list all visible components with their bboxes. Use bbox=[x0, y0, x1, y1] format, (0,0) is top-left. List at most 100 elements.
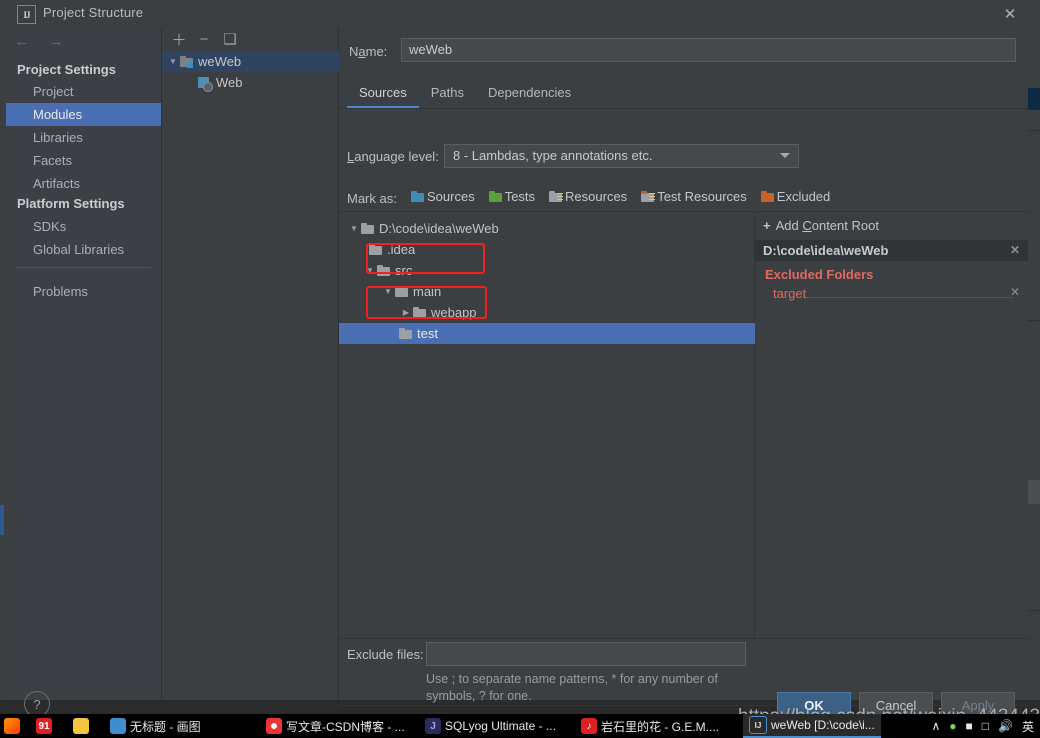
sidebar-item-project[interactable]: Project bbox=[6, 80, 161, 103]
tree-row-content-root[interactable]: ▼ D:\code\idea\weWeb bbox=[339, 218, 762, 239]
expander-icon[interactable]: ▼ bbox=[347, 224, 361, 233]
folder-icon bbox=[361, 223, 374, 234]
sidebar-divider bbox=[16, 267, 151, 268]
language-level-label: Language level: bbox=[347, 149, 439, 164]
back-arrow-icon[interactable]: ← bbox=[14, 33, 30, 50]
tab-paths[interactable]: Paths bbox=[419, 80, 476, 106]
sidebar-group-platform-settings: Platform Settings bbox=[17, 196, 125, 211]
language-level-select[interactable]: 8 - Lambdas, type annotations etc. bbox=[444, 144, 799, 168]
chevron-down-icon[interactable] bbox=[780, 153, 790, 158]
sqlyog-icon: J bbox=[425, 718, 441, 734]
excluded-folder-item[interactable]: target bbox=[773, 286, 806, 301]
copy-module-button[interactable]: ❑ bbox=[221, 30, 239, 48]
paint-icon bbox=[110, 718, 126, 734]
screen: IJ Project Structure ✕ ← → Project Setti… bbox=[0, 0, 1040, 738]
sidebar-item-global-libraries[interactable]: Global Libraries bbox=[6, 238, 161, 261]
expander-icon[interactable]: ▶ bbox=[399, 308, 413, 317]
settings-sidebar: ← → Project Settings Platform Settings P… bbox=[6, 28, 162, 700]
close-icon[interactable]: ✕ bbox=[992, 0, 1028, 28]
firefox-icon bbox=[4, 718, 20, 734]
system-tray: ∧ ● ■ □ 🔊 英 bbox=[931, 718, 1040, 735]
background-left-highlight bbox=[0, 505, 4, 535]
sidebar-item-libraries[interactable]: Libraries bbox=[6, 126, 161, 149]
tree-row-label: D:\code\idea\weWeb bbox=[379, 221, 499, 236]
content-root-path: D:\code\idea\weWeb bbox=[763, 243, 889, 258]
expander-icon[interactable]: ▼ bbox=[166, 57, 180, 66]
content-divider bbox=[339, 638, 1028, 639]
dialog-title: Project Structure bbox=[43, 5, 144, 20]
mark-as-tests-button[interactable]: Tests bbox=[488, 189, 536, 204]
tab-dependencies[interactable]: Dependencies bbox=[476, 80, 583, 106]
tree-row-main[interactable]: ▼ main bbox=[339, 281, 796, 302]
resources-folder-icon bbox=[549, 191, 564, 202]
show-hidden-icons[interactable]: ∧ bbox=[931, 719, 940, 733]
module-tree-item-label: weWeb bbox=[198, 54, 242, 69]
forward-arrow-icon[interactable]: → bbox=[48, 33, 64, 50]
mark-as-excluded-button[interactable]: Excluded bbox=[760, 189, 831, 204]
sidebar-item-facets[interactable]: Facets bbox=[6, 149, 161, 172]
tree-row-label: main bbox=[413, 284, 442, 299]
tree-row-label: test bbox=[417, 326, 438, 341]
dialog-title-bar: IJ Project Structure ✕ bbox=[6, 0, 1028, 28]
mark-as-tests-label: Tests bbox=[504, 189, 536, 204]
wechat-icon[interactable]: ● bbox=[949, 719, 956, 733]
exclude-files-hint: Use ; to separate name patterns, * for a… bbox=[426, 672, 718, 703]
add-content-root-button[interactable]: + Add Content Root bbox=[763, 218, 879, 233]
tree-row-test[interactable]: test bbox=[339, 323, 814, 344]
netease-music-icon: ♪ bbox=[581, 718, 597, 734]
windows-taskbar: 91 无标题 - 画图 写文章-CSDN博客 - ... J SQLyog Ul… bbox=[0, 714, 1040, 738]
remove-content-root-icon[interactable]: ✕ bbox=[1010, 243, 1020, 257]
content-root-entry[interactable]: D:\code\idea\weWeb ✕ bbox=[755, 240, 1028, 261]
folder-icon bbox=[73, 718, 89, 734]
taskbar-item-sqlyog[interactable]: J SQLyog Ultimate - ... bbox=[425, 714, 556, 738]
web-facet-icon bbox=[198, 76, 213, 92]
add-module-button[interactable]: ＋ bbox=[170, 30, 188, 49]
exclude-files-input[interactable] bbox=[426, 642, 746, 666]
navigation-arrows: ← → bbox=[14, 28, 64, 54]
tab-sources[interactable]: Sources bbox=[347, 80, 419, 108]
folder-icon bbox=[369, 244, 382, 255]
taskbar-item-intellij[interactable]: IJ weWeb [D:\code\i... bbox=[743, 714, 881, 738]
tree-row-idea[interactable]: .idea bbox=[339, 239, 784, 260]
taskbar-item-explorer[interactable] bbox=[73, 714, 89, 738]
excluded-folder-icon bbox=[760, 191, 774, 202]
module-tree-item-label: Web bbox=[216, 75, 243, 90]
intellij-idea-icon: IJ bbox=[749, 716, 767, 734]
expander-icon[interactable]: ▼ bbox=[381, 287, 395, 296]
mark-as-resources-button[interactable]: Resources bbox=[549, 189, 627, 204]
sidebar-item-sdks[interactable]: SDKs bbox=[6, 215, 161, 238]
expander-icon[interactable]: ▼ bbox=[363, 266, 377, 275]
sidebar-item-modules[interactable]: Modules bbox=[6, 103, 161, 126]
modules-pane: ＋ − ❑ ▼ weWeb Web bbox=[162, 28, 342, 700]
remove-excluded-folder-icon[interactable]: ✕ bbox=[1010, 285, 1020, 299]
battery-icon[interactable]: ■ bbox=[966, 719, 973, 733]
sidebar-item-artifacts[interactable]: Artifacts bbox=[6, 172, 161, 195]
tree-row-src[interactable]: ▼ src bbox=[339, 260, 778, 281]
taskbar-item-qq[interactable]: 91 bbox=[36, 714, 52, 738]
exclude-files-label: Exclude files: bbox=[347, 647, 424, 662]
mark-as-excluded-label: Excluded bbox=[776, 189, 831, 204]
folder-icon bbox=[413, 307, 426, 318]
taskbar-item-label: 岩石里的花 - G.E.M.... bbox=[601, 719, 720, 734]
network-icon[interactable]: □ bbox=[982, 719, 989, 733]
module-tree-item-weweb[interactable]: ▼ weWeb bbox=[162, 51, 342, 72]
tabs-divider bbox=[339, 108, 1028, 109]
background-right-selection bbox=[1026, 480, 1040, 504]
taskbar-item-paint[interactable]: 无标题 - 画图 bbox=[110, 714, 201, 738]
ime-indicator[interactable]: 英 bbox=[1022, 718, 1034, 735]
sidebar-group-project-settings: Project Settings bbox=[17, 62, 116, 77]
excluded-folders-title: Excluded Folders bbox=[765, 267, 874, 282]
remove-module-button[interactable]: − bbox=[195, 30, 213, 48]
mark-as-sources-button[interactable]: Sources bbox=[411, 189, 475, 204]
tree-row-webapp[interactable]: ▶ webapp bbox=[339, 302, 814, 323]
folder-icon bbox=[395, 286, 408, 297]
sidebar-item-problems[interactable]: Problems bbox=[6, 280, 161, 303]
module-name-input[interactable]: weWeb bbox=[401, 38, 1016, 62]
add-content-root-label: Add Content Root bbox=[775, 218, 879, 233]
taskbar-item-firefox[interactable] bbox=[4, 714, 20, 738]
mark-as-test-resources-button[interactable]: Test Resources bbox=[641, 189, 747, 204]
taskbar-item-chrome[interactable]: 写文章-CSDN博客 - ... bbox=[266, 714, 405, 738]
taskbar-item-netease-music[interactable]: ♪ 岩石里的花 - G.E.M.... bbox=[581, 714, 719, 738]
volume-icon[interactable]: 🔊 bbox=[998, 719, 1013, 733]
folder-icon bbox=[399, 328, 412, 339]
